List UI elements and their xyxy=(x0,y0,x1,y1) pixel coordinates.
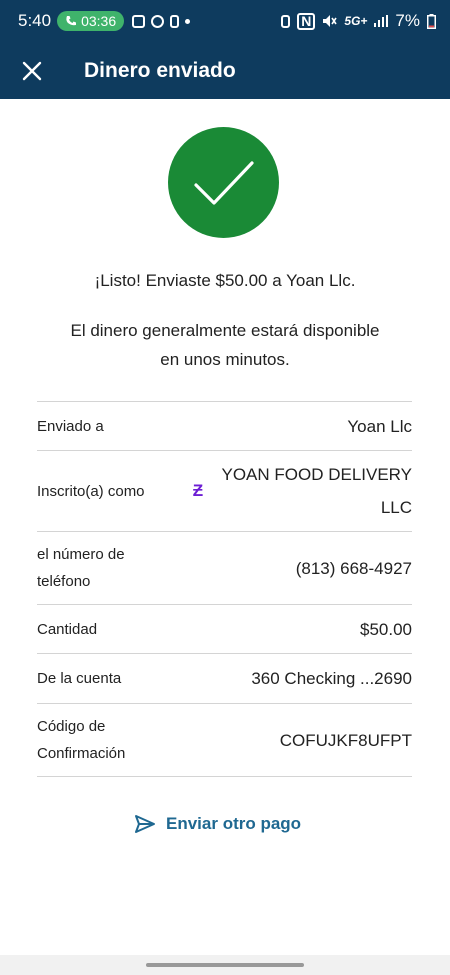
send-icon xyxy=(135,815,155,833)
status-right: N 5G+ 7% xyxy=(281,11,436,31)
availability-line-1: El dinero generalmente estará disponible xyxy=(70,321,380,340)
availability-message: El dinero generalmente estará disponible… xyxy=(0,316,450,374)
detail-row-confirmation-code: Código de Confirmación COFUJKF8UFPT xyxy=(37,704,412,777)
status-bar: 5:40 03:36 N 5G+ 7% xyxy=(0,0,450,42)
signal-icon xyxy=(374,15,389,27)
enrolled-as-label: Inscrito(a) como xyxy=(37,482,145,500)
detail-row-from-account: De la cuenta 360 Checking ...2690 xyxy=(37,654,412,704)
status-time: 5:40 xyxy=(18,11,52,30)
battery-level: 7% xyxy=(395,11,420,30)
app-notification-icon xyxy=(132,14,146,28)
page-title: Dinero enviado xyxy=(84,58,236,82)
phone-label: el número de teléfono xyxy=(37,541,125,595)
confirmation-code-label-line-1: Código de xyxy=(37,718,106,735)
detail-row-enrolled-as: Inscrito(a) como Ƶ YOAN FOOD DELIVERY LL… xyxy=(37,451,412,532)
phone-label-line-2: teléfono xyxy=(37,573,91,590)
more-notifications-icon xyxy=(185,18,191,24)
messenger-icon xyxy=(151,14,165,28)
phone-value: (813) 668-4927 xyxy=(295,558,412,578)
nfc-icon: N xyxy=(297,12,316,30)
call-timer: 03:36 xyxy=(81,13,117,29)
close-icon xyxy=(22,61,42,80)
detail-row-amount: Cantidad $50.00 xyxy=(37,605,412,654)
home-indicator[interactable] xyxy=(146,963,304,967)
success-badge xyxy=(168,127,279,238)
from-account-label: De la cuenta xyxy=(37,670,122,687)
availability-line-2: en unos minutos. xyxy=(160,350,290,369)
phone-icon xyxy=(66,16,77,26)
amount-value: $50.00 xyxy=(360,619,412,639)
amount-label: Cantidad xyxy=(37,620,98,638)
transfer-details: Enviado a Yoan Llc Inscrito(a) como Ƶ YO… xyxy=(37,401,412,777)
enrolled-as-value-line-2: LLC xyxy=(380,498,412,517)
detail-row-sent-to: Enviado a Yoan Llc xyxy=(37,402,412,451)
confirmation-headline: ¡Listo! Enviaste $50.00 a Yoan Llc. xyxy=(94,271,356,290)
checkmark-icon xyxy=(193,160,254,205)
phone-label-line-1: el número de xyxy=(37,546,125,563)
send-another-payment-label: Enviar otro pago xyxy=(166,814,302,833)
sim-icon xyxy=(281,14,291,28)
battery-icon xyxy=(427,13,436,29)
enrolled-as-value-line-1: YOAN FOOD DELIVERY xyxy=(221,465,412,484)
zelle-icon: Ƶ xyxy=(192,481,204,500)
network-type: 5G+ xyxy=(344,14,368,28)
notification-icons xyxy=(132,14,191,28)
enrolled-as-value: YOAN FOOD DELIVERY LLC xyxy=(221,458,412,524)
sent-to-label: Enviado a xyxy=(37,417,104,435)
mute-icon xyxy=(323,15,338,27)
sent-to-value: Yoan Llc xyxy=(347,416,412,436)
app-bar: Dinero enviado xyxy=(0,42,450,99)
confirmation-code-value: COFUJKF8UFPT xyxy=(279,730,412,750)
close-button[interactable] xyxy=(0,42,64,99)
confirmation-code-label-line-2: Confirmación xyxy=(37,745,126,762)
detail-row-phone: el número de teléfono (813) 668-4927 xyxy=(37,532,412,605)
alert-icon xyxy=(170,14,180,28)
confirmation-code-label: Código de Confirmación xyxy=(37,713,125,767)
call-indicator[interactable]: 03:36 xyxy=(57,11,125,31)
send-another-payment-button[interactable]: Enviar otro pago xyxy=(134,814,301,834)
from-account-value: 360 Checking ...2690 xyxy=(251,669,412,688)
